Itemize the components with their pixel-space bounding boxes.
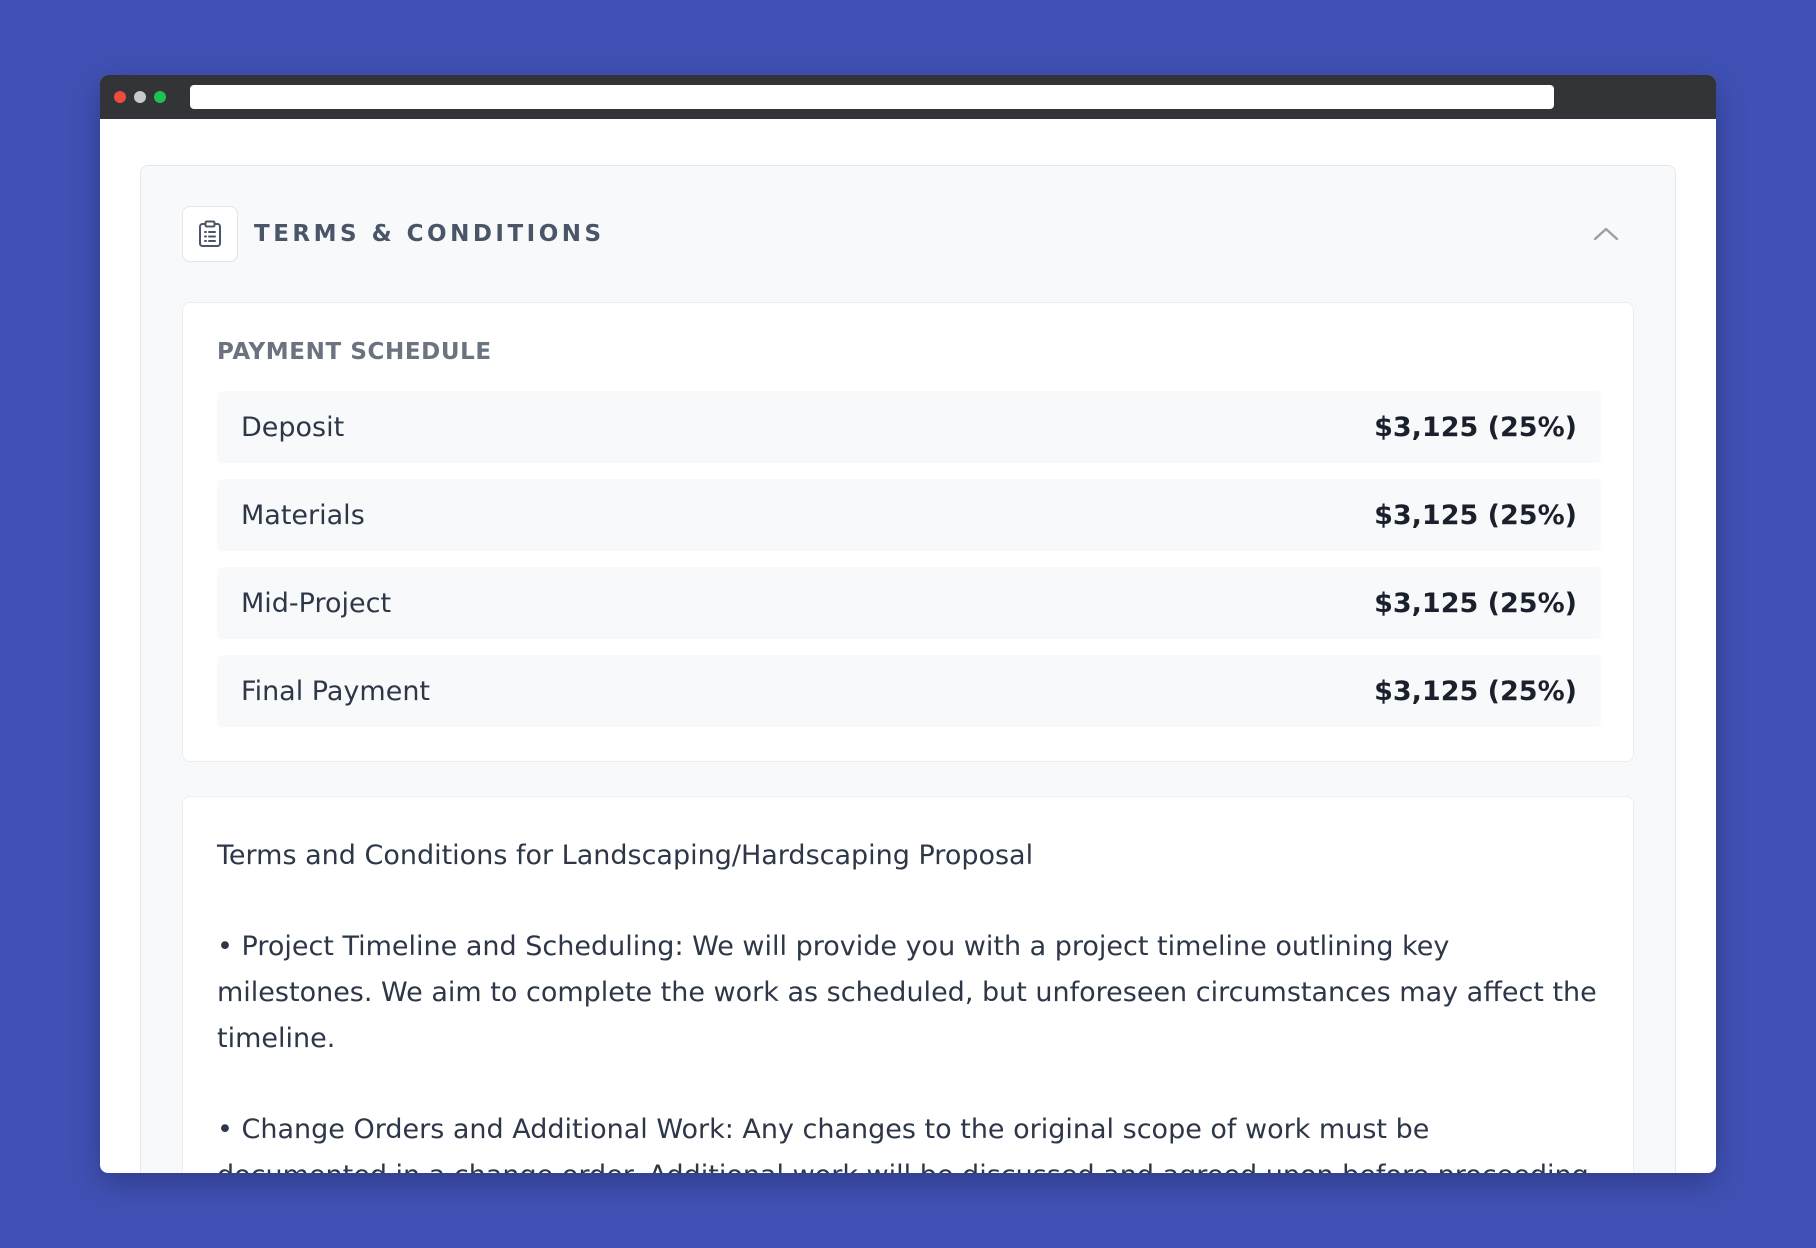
browser-window: TERMS & CONDITIONS PAYMENT SCHEDULE Depo…	[100, 75, 1716, 1173]
payment-schedule-heading: PAYMENT SCHEDULE	[217, 339, 492, 365]
terms-text-box: Terms and Conditions for Landscaping/Har…	[182, 796, 1634, 1173]
section-title: TERMS & CONDITIONS	[254, 221, 605, 247]
payment-amount: $3,125 (25%)	[1374, 675, 1577, 707]
terms-item: • Change Orders and Additional Work: Any…	[217, 1114, 1597, 1173]
payment-row: Materials $3,125 (25%)	[217, 479, 1601, 551]
browser-titlebar	[100, 75, 1716, 119]
address-bar[interactable]	[190, 85, 1554, 109]
terms-item: • Project Timeline and Scheduling: We wi…	[217, 931, 1597, 1054]
payment-row: Deposit $3,125 (25%)	[217, 391, 1601, 463]
minimize-window-dot[interactable]	[134, 91, 146, 103]
chevron-up-icon[interactable]	[1592, 220, 1620, 248]
section-header[interactable]: TERMS & CONDITIONS	[182, 206, 1634, 262]
terms-intro: Terms and Conditions for Landscaping/Har…	[217, 840, 1034, 871]
page-content: TERMS & CONDITIONS PAYMENT SCHEDULE Depo…	[100, 119, 1716, 1173]
payment-label: Materials	[241, 499, 365, 531]
payment-row: Final Payment $3,125 (25%)	[217, 655, 1601, 727]
payment-label: Final Payment	[241, 675, 431, 707]
maximize-window-dot[interactable]	[154, 91, 166, 103]
payment-label: Mid-Project	[241, 587, 392, 619]
terms-section-card: TERMS & CONDITIONS PAYMENT SCHEDULE Depo…	[140, 165, 1676, 1173]
payment-amount: $3,125 (25%)	[1374, 411, 1577, 443]
clipboard-icon	[182, 206, 238, 262]
payment-row: Mid-Project $3,125 (25%)	[217, 567, 1601, 639]
payment-amount: $3,125 (25%)	[1374, 587, 1577, 619]
payment-label: Deposit	[241, 411, 345, 443]
close-window-dot[interactable]	[114, 91, 126, 103]
payment-schedule-box: PAYMENT SCHEDULE Deposit $3,125 (25%) Ma…	[182, 302, 1634, 762]
payment-amount: $3,125 (25%)	[1374, 499, 1577, 531]
